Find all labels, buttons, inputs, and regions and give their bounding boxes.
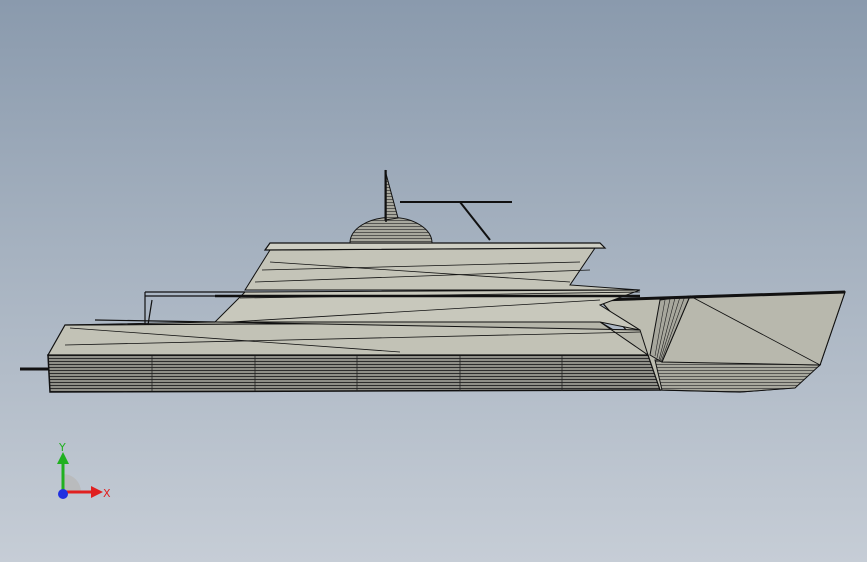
z-axis-dot (58, 489, 68, 499)
x-axis-arrow (91, 486, 103, 498)
mast-fin (384, 169, 399, 221)
bow-panel (661, 291, 846, 366)
hull-lower-band (47, 354, 661, 393)
y-axis-label: Y (58, 441, 66, 454)
axis-triad: Y X (57, 441, 111, 500)
x-axis-label: X (103, 487, 111, 500)
triad-rotation-arc (63, 474, 81, 492)
yacht-model[interactable] (0, 0, 867, 562)
radar-dome (349, 216, 433, 244)
graphics-viewport[interactable]: Y X (0, 0, 867, 562)
